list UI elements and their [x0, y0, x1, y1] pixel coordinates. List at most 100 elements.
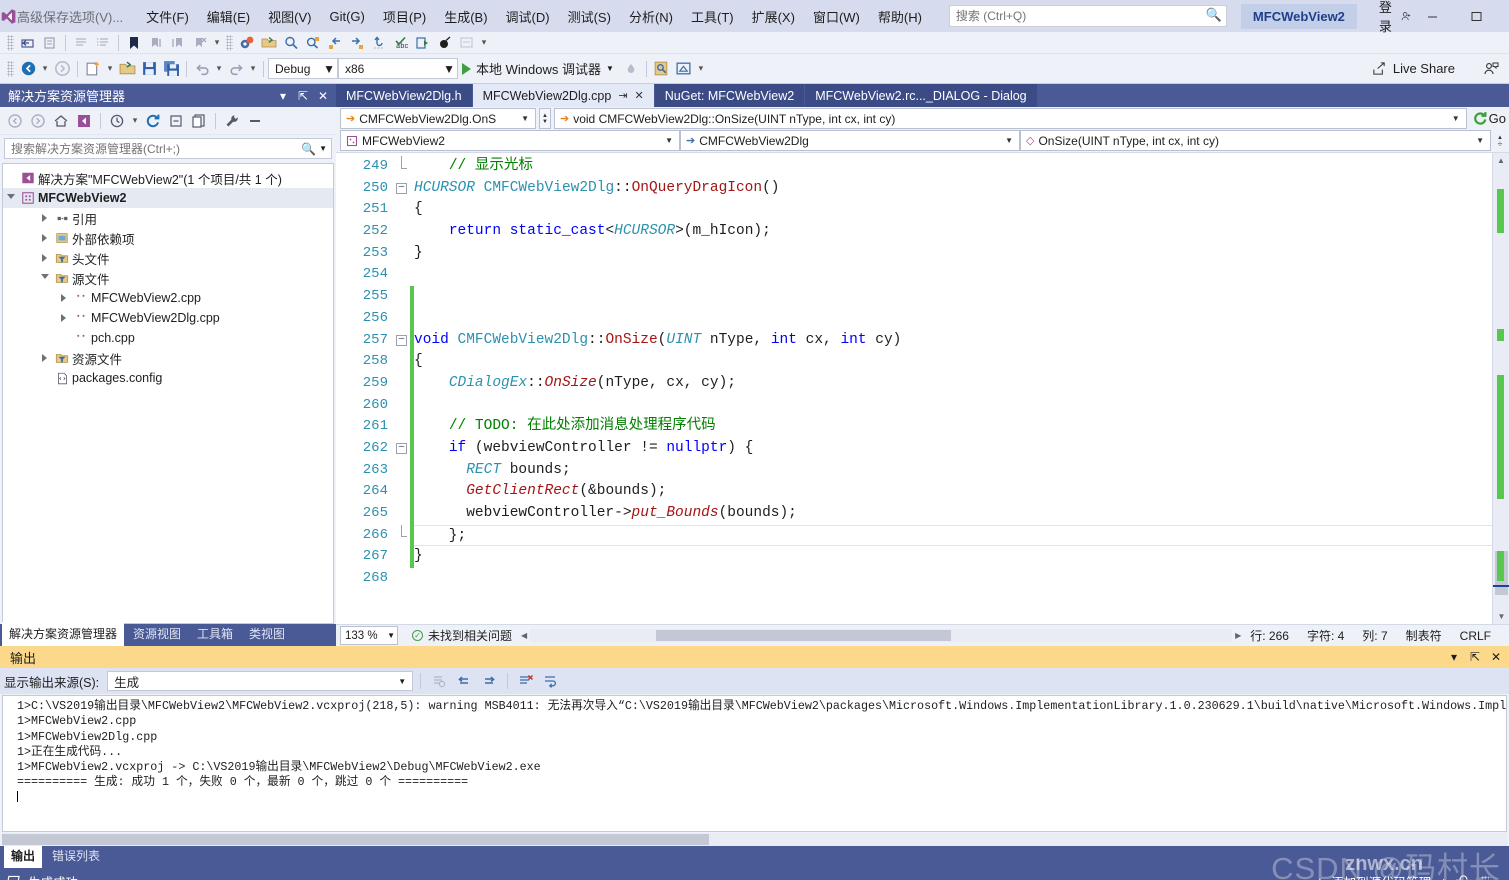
menu-window[interactable]: 窗口(W) — [804, 3, 869, 30]
redo-dropdown-icon[interactable]: ▾ — [247, 63, 259, 74]
code-line[interactable]: } — [414, 243, 1492, 265]
split-view-icon[interactable]: ▲ ÷ — [1491, 130, 1509, 151]
nav-signature-select[interactable]: ➔ void CMFCWebView2Dlg::OnSize(UINT nTyp… — [554, 108, 1467, 129]
new-project-icon[interactable] — [82, 59, 104, 79]
nav-class-select[interactable]: ➔ CMFCWebView2Dlg ▼ — [680, 130, 1020, 151]
window-resize-grip[interactable] — [1481, 876, 1491, 880]
solution-explorer-search[interactable]: 🔍 ▼ — [4, 138, 332, 159]
pin-icon[interactable]: ⇥ — [618, 89, 627, 102]
breakpoint-icon[interactable] — [434, 33, 456, 53]
scroll-left-icon[interactable]: ◀ — [518, 631, 530, 640]
code-line[interactable]: if (webviewController != nullptr) { — [414, 438, 1492, 460]
tab-output[interactable]: 输出 — [4, 844, 43, 868]
output-source-select[interactable]: 生成 ▼ — [107, 671, 414, 691]
live-share-button[interactable]: Live Share — [1372, 61, 1509, 77]
next-bookmark-icon[interactable] — [167, 33, 189, 53]
hscroll-thumb[interactable] — [656, 630, 952, 641]
nav-bookmark-select[interactable]: ➔ CMFCWebView2Dlg.OnS ▼ — [340, 108, 536, 129]
close-button[interactable] — [1499, 0, 1509, 32]
previous-bookmark-icon[interactable] — [145, 33, 167, 53]
tree-node-3[interactable]: 源文件 — [3, 268, 333, 288]
outlining-column[interactable]: − − − — [394, 153, 410, 624]
tree-node-project[interactable]: MFCWebView2 — [3, 188, 333, 208]
toolbar-grip[interactable] — [7, 60, 14, 77]
tree-node-0[interactable]: 引用 — [3, 208, 333, 228]
expander-icon[interactable] — [56, 294, 71, 302]
expander-icon[interactable] — [3, 193, 18, 203]
hscroll-track[interactable] — [530, 629, 1233, 642]
toolbar-overflow-icon[interactable]: ▾ — [478, 37, 490, 48]
outlining-toggle[interactable]: − — [394, 330, 410, 352]
search-input[interactable] — [948, 5, 1227, 27]
solution-platform-select[interactable]: x86 ▼ — [338, 58, 458, 79]
tab-class-view[interactable]: 类视图 — [242, 622, 292, 646]
close-icon[interactable]: ✕ — [635, 89, 644, 102]
expander-icon[interactable] — [37, 214, 52, 222]
code-line[interactable]: return static_cast<HCURSOR>(m_hIcon); — [414, 221, 1492, 243]
pin-icon[interactable]: ⇱ — [294, 89, 312, 103]
tab-resource-view[interactable]: 资源视图 — [126, 622, 188, 646]
code-line[interactable]: RECT bounds; — [414, 460, 1492, 482]
uncomment-selection-icon[interactable] — [92, 33, 114, 53]
tree-node-1[interactable]: 外部依赖项 — [3, 228, 333, 248]
open-project-icon[interactable] — [116, 59, 138, 79]
start-debugging-button[interactable]: 本地 Windows 调试器 ▼ — [458, 59, 620, 78]
code-line[interactable]: }; — [414, 524, 1492, 547]
tree-node-7[interactable]: 资源文件 — [3, 348, 333, 368]
bookmark-icon[interactable] — [123, 33, 145, 53]
source-control-label[interactable]: 添加到源代码管理 — [1331, 872, 1431, 880]
home-icon[interactable] — [50, 111, 72, 131]
go-to-next-message-icon[interactable] — [478, 671, 500, 691]
maximize-button[interactable] — [1455, 0, 1499, 32]
menu-view[interactable]: 视图(V) — [259, 3, 320, 30]
tree-node-5[interactable]: MFCWebView2Dlg.cpp — [3, 308, 333, 328]
code-line[interactable]: webviewController->put_Bounds(bounds); — [414, 503, 1492, 525]
menu-debug[interactable]: 调试(D) — [497, 3, 559, 30]
expander-icon[interactable] — [37, 354, 52, 362]
navigate-forward-icon[interactable] — [39, 33, 61, 53]
code-line[interactable]: { — [414, 199, 1492, 221]
navigate-back-icon[interactable] — [17, 59, 39, 79]
attach-to-process-icon[interactable] — [620, 59, 642, 79]
code-line[interactable] — [414, 286, 1492, 308]
close-icon[interactable]: ✕ — [314, 89, 332, 103]
solution-icon[interactable] — [73, 111, 95, 131]
refresh-icon[interactable] — [142, 111, 164, 131]
toggle-outlining-icon[interactable] — [456, 33, 478, 53]
code-line[interactable]: CDialogEx::OnSize(nType, cx, cy); — [414, 373, 1492, 395]
navigate-back-dropdown-icon[interactable]: ▾ — [39, 63, 51, 74]
preview-selected-items-icon[interactable] — [651, 59, 673, 79]
menu-project[interactable]: 项目(P) — [374, 3, 435, 30]
menu-test[interactable]: 测试(S) — [559, 3, 620, 30]
find-in-files-icon[interactable] — [280, 33, 302, 53]
horizontal-scrollbar[interactable]: ◀ ▶ — [518, 629, 1244, 643]
go-to-previous-message-icon[interactable] — [453, 671, 475, 691]
menu-help[interactable]: 帮助(H) — [869, 3, 931, 30]
solution-search-input[interactable] — [11, 141, 302, 156]
menu-build[interactable]: 生成(B) — [435, 3, 496, 30]
preview-icon[interactable] — [244, 111, 266, 131]
tree-node-8[interactable]: packages.config — [3, 368, 333, 388]
scroll-down-icon[interactable]: ▼ — [1493, 609, 1509, 624]
issues-indicator[interactable]: ✓ 未找到相关问题 — [412, 627, 512, 644]
chevron-down-icon[interactable]: ▼ — [319, 144, 327, 153]
notifications-button[interactable]: 1 — [1456, 874, 1476, 880]
outlining-toggle[interactable]: − — [394, 178, 410, 200]
panel-menu-chevron-icon[interactable]: ▾ — [274, 89, 292, 103]
tab-toolbox[interactable]: 工具箱 — [190, 622, 240, 646]
chevron-down-icon[interactable]: ▾ — [129, 115, 141, 126]
navigate-backward-icon[interactable] — [17, 33, 39, 53]
menu-analyze[interactable]: 分析(N) — [620, 3, 682, 30]
back-icon[interactable] — [4, 111, 26, 131]
panel-menu-chevron-icon[interactable]: ▾ — [1445, 650, 1463, 664]
quick-launch-search[interactable]: 🔍 — [948, 5, 1227, 27]
outlining-toggle[interactable] — [394, 156, 410, 178]
expander-icon[interactable] — [37, 234, 52, 242]
sign-in-button[interactable]: 登录 — [1379, 0, 1411, 35]
tree-node-6[interactable]: pch.cpp — [3, 328, 333, 348]
tab-solution-explorer[interactable]: 解决方案资源管理器 — [2, 622, 125, 646]
tree-node-4[interactable]: MFCWebView2.cpp — [3, 288, 333, 308]
code-text[interactable]: // 显示光标 HCURSOR CMFCWebView2Dlg::OnQueryD… — [414, 153, 1492, 624]
find-icon[interactable] — [302, 33, 324, 53]
tab-nuget[interactable]: NuGet: MFCWebView2 — [654, 84, 805, 107]
